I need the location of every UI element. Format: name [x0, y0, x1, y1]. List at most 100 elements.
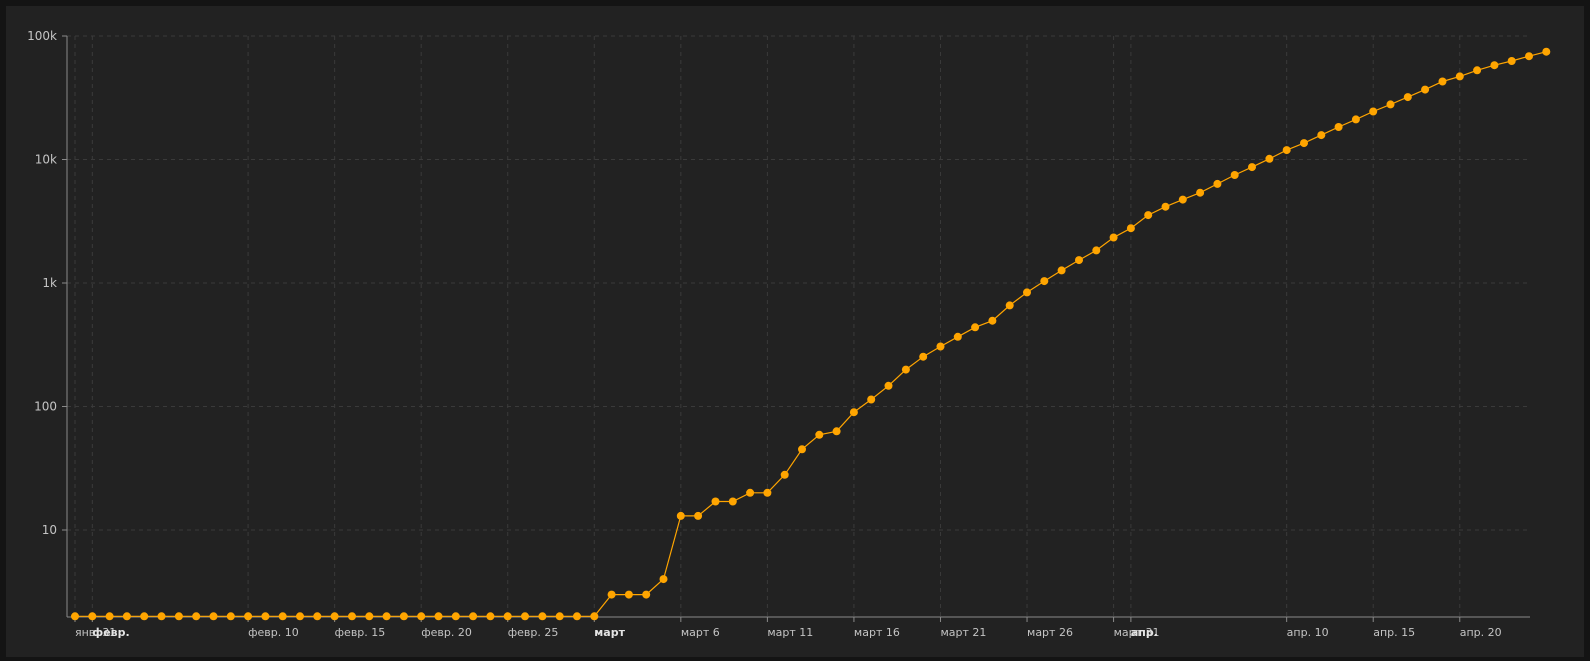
- data-point[interactable]: [486, 612, 495, 621]
- data-point[interactable]: [434, 612, 443, 621]
- data-point[interactable]: [88, 612, 97, 621]
- data-point[interactable]: [1213, 179, 1222, 188]
- data-point[interactable]: [1369, 107, 1378, 116]
- data-point[interactable]: [642, 590, 651, 599]
- data-point[interactable]: [451, 612, 460, 621]
- data-point[interactable]: [1092, 246, 1101, 255]
- data-point[interactable]: [607, 590, 616, 599]
- data-point[interactable]: [1490, 61, 1499, 70]
- data-point[interactable]: [330, 612, 339, 621]
- data-point[interactable]: [590, 612, 599, 621]
- data-point[interactable]: [936, 342, 945, 351]
- data-point[interactable]: [278, 612, 287, 621]
- data-point[interactable]: [1300, 139, 1308, 148]
- y-tick-label: 100k: [27, 29, 57, 43]
- data-point[interactable]: [1351, 115, 1360, 124]
- data-point[interactable]: [105, 612, 114, 621]
- data-point[interactable]: [1455, 72, 1464, 81]
- data-point[interactable]: [1023, 288, 1031, 297]
- y-tick-labels: 10 100 1k 10k 100k: [27, 29, 57, 537]
- data-point[interactable]: [1421, 85, 1430, 94]
- data-point[interactable]: [919, 352, 928, 361]
- data-point[interactable]: [1161, 202, 1170, 211]
- data-point[interactable]: [521, 612, 529, 621]
- x-tick-label: апр. 15: [1373, 626, 1415, 639]
- data-point[interactable]: [1230, 171, 1239, 179]
- data-point[interactable]: [763, 488, 772, 497]
- data-point[interactable]: [469, 612, 478, 621]
- x-tick-label: февр. 25: [508, 626, 559, 639]
- data-point[interactable]: [624, 590, 633, 599]
- data-point[interactable]: [1282, 146, 1291, 155]
- data-point[interactable]: [157, 612, 166, 621]
- data-point[interactable]: [1265, 154, 1274, 163]
- data-point[interactable]: [884, 381, 893, 390]
- data-point[interactable]: [971, 323, 980, 332]
- data-point[interactable]: [296, 612, 304, 621]
- data-point[interactable]: [711, 497, 720, 506]
- data-point[interactable]: [538, 612, 547, 621]
- x-tick-labels: янв. 31февр. февр. 10 февр. 15 февр. 20 февр…: [75, 626, 1502, 639]
- data-point[interactable]: [1542, 47, 1551, 56]
- data-point[interactable]: [1317, 131, 1326, 140]
- data-point[interactable]: [1196, 188, 1205, 197]
- data-point[interactable]: [573, 612, 581, 621]
- data-point[interactable]: [209, 612, 218, 621]
- data-point[interactable]: [140, 612, 149, 621]
- data-point[interactable]: [728, 497, 737, 506]
- data-point[interactable]: [1109, 233, 1118, 242]
- data-point[interactable]: [1075, 256, 1083, 265]
- y-tick-label: 1k: [42, 276, 57, 290]
- data-point[interactable]: [382, 612, 391, 621]
- data-point[interactable]: [1403, 93, 1412, 102]
- data-point[interactable]: [226, 612, 235, 621]
- data-point[interactable]: [1438, 77, 1447, 86]
- data-point[interactable]: [867, 395, 876, 404]
- data-point[interactable]: [746, 488, 755, 497]
- data-point[interactable]: [503, 612, 512, 621]
- data-point[interactable]: [313, 612, 322, 621]
- data-point[interactable]: [1144, 211, 1153, 220]
- x-tick-label: март 26: [1027, 626, 1073, 639]
- x-tick-label: апр.: [1131, 626, 1158, 639]
- data-point[interactable]: [1178, 195, 1187, 204]
- x-tick-label: февр. 15: [335, 626, 386, 639]
- data-point[interactable]: [1473, 66, 1482, 75]
- data-point[interactable]: [694, 511, 703, 520]
- data-point[interactable]: [832, 427, 841, 436]
- data-point[interactable]: [780, 470, 789, 479]
- data-point[interactable]: [261, 612, 270, 621]
- data-point[interactable]: [1386, 100, 1395, 109]
- data-point[interactable]: [798, 445, 806, 454]
- data-point[interactable]: [417, 612, 426, 621]
- data-point[interactable]: [1057, 266, 1066, 275]
- data-point[interactable]: [1005, 301, 1014, 310]
- x-tick-label: февр. 10: [248, 626, 299, 639]
- data-point[interactable]: [953, 332, 962, 341]
- x-tick-label: март 16: [854, 626, 900, 639]
- data-point[interactable]: [1040, 277, 1049, 286]
- data-point[interactable]: [1525, 52, 1533, 61]
- data-point[interactable]: [555, 612, 564, 621]
- data-point[interactable]: [174, 612, 183, 621]
- data-point[interactable]: [192, 612, 201, 621]
- data-point[interactable]: [815, 430, 824, 439]
- x-tick-label: март 11: [767, 626, 813, 639]
- data-point[interactable]: [1507, 57, 1516, 65]
- data-point[interactable]: [244, 612, 253, 621]
- data-point[interactable]: [849, 408, 858, 417]
- data-point[interactable]: [122, 612, 131, 621]
- data-point[interactable]: [901, 365, 910, 374]
- x-tick-label: апр. 10: [1287, 626, 1329, 639]
- data-point[interactable]: [1248, 163, 1256, 172]
- data-point[interactable]: [676, 511, 685, 520]
- data-point[interactable]: [348, 612, 356, 621]
- data-point[interactable]: [1126, 224, 1135, 233]
- data-point[interactable]: [988, 316, 997, 325]
- data-point[interactable]: [71, 612, 79, 621]
- data-point[interactable]: [1334, 123, 1343, 131]
- data-point[interactable]: [365, 612, 374, 621]
- data-point[interactable]: [399, 612, 408, 621]
- cases-chart: 101001k10k100k янв. 31февр. февр. 10 февр.…: [27, 29, 1551, 639]
- data-point[interactable]: [659, 575, 668, 584]
